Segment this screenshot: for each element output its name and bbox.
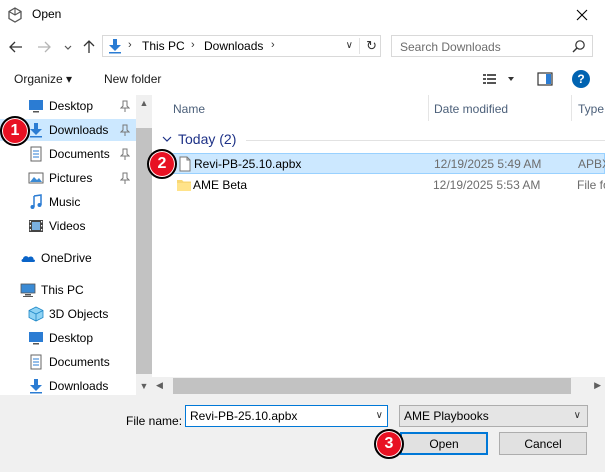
app-icon [8, 7, 22, 23]
scroll-right-icon[interactable]: ▶ [594, 380, 601, 391]
pin-icon [120, 148, 130, 160]
open-button[interactable]: Open [400, 432, 488, 455]
nav-item-downloads-pc[interactable]: Downloads [0, 375, 136, 395]
preview-pane-button[interactable] [537, 72, 553, 89]
downloads-icon [30, 123, 42, 138]
file-type: File fo [577, 178, 605, 192]
pictures-icon [28, 172, 44, 184]
3d-objects-icon [28, 306, 44, 322]
file-date: 12/19/2025 5:53 AM [433, 178, 541, 192]
title-bar: Open [0, 0, 605, 30]
file-type: APBX [578, 157, 605, 171]
downloads-icon [30, 379, 42, 394]
chevron-down-icon [64, 45, 72, 50]
pin-icon [120, 100, 130, 112]
chevron-down-icon[interactable]: ∨ [376, 410, 383, 421]
file-row[interactable]: Revi-PB-25.10.apbx 12/19/2025 5:49 AM AP… [172, 153, 605, 174]
back-button[interactable] [8, 39, 24, 55]
documents-icon [30, 146, 42, 162]
refresh-icon[interactable]: ↻ [366, 38, 377, 54]
file-row[interactable]: AME Beta 12/19/2025 5:53 AM File fo [172, 175, 605, 196]
nav-item-3d-objects[interactable]: 3D Objects [0, 303, 136, 325]
documents-icon [30, 354, 42, 370]
chevron-down-icon: ∨ [573, 410, 581, 421]
nav-item-documents[interactable]: Documents [0, 143, 136, 165]
organize-button[interactable]: Organize ▾ [14, 72, 72, 86]
file-icon [179, 156, 191, 172]
forward-button[interactable] [36, 39, 52, 55]
this-pc-icon [20, 283, 36, 297]
arrow-right-icon [38, 41, 51, 53]
chevron-down-icon[interactable] [162, 136, 172, 143]
music-icon [30, 194, 42, 209]
window-title: Open [32, 7, 62, 21]
group-header-today[interactable]: Today (2) [178, 131, 236, 147]
up-button[interactable] [81, 39, 97, 55]
close-button[interactable] [559, 0, 605, 30]
search-input[interactable]: Search Downloads [400, 40, 501, 54]
file-name: Revi-PB-25.10.apbx [194, 157, 302, 171]
file-date: 12/19/2025 5:49 AM [434, 157, 542, 171]
change-view-button[interactable] [482, 72, 516, 89]
nav-item-onedrive[interactable]: OneDrive [0, 247, 136, 269]
file-name: AME Beta [193, 178, 248, 192]
search-icon [572, 40, 585, 53]
cancel-button[interactable]: Cancel [499, 432, 587, 455]
file-list-scrollbar[interactable]: ◀ ▶ [152, 377, 605, 395]
scroll-left-icon[interactable]: ◀ [156, 380, 163, 391]
pin-icon [120, 172, 130, 184]
navigation-pane-scrollbar[interactable]: ▲ ▼ [136, 95, 152, 395]
new-folder-button[interactable]: New folder [104, 72, 161, 86]
arrow-up-icon [83, 40, 95, 53]
close-icon [576, 9, 588, 21]
address-history-chevron-icon[interactable]: ∨ [346, 40, 353, 51]
scrollbar-thumb[interactable] [173, 378, 571, 394]
breadcrumb-separator: › [191, 39, 195, 51]
step-marker-2: 2 [147, 149, 177, 179]
videos-icon [29, 220, 43, 232]
nav-item-this-pc[interactable]: This PC [0, 279, 136, 301]
recent-locations-button[interactable] [62, 40, 74, 56]
pin-icon [120, 124, 130, 136]
folder-icon [177, 180, 191, 191]
file-name-label: File name: [126, 414, 183, 428]
help-icon[interactable]: ? [572, 70, 590, 88]
scroll-up-icon[interactable]: ▲ [136, 95, 152, 111]
nav-item-pictures[interactable]: Pictures [0, 167, 136, 189]
view-details-icon [483, 74, 514, 84]
step-marker-1: 1 [0, 116, 30, 146]
step-marker-3: 3 [374, 429, 404, 459]
nav-item-desktop[interactable]: Desktop [0, 95, 136, 117]
file-type-value: AME Playbooks [404, 409, 489, 423]
breadcrumb-downloads[interactable]: Downloads [204, 39, 263, 53]
arrow-left-icon [9, 41, 22, 53]
onedrive-icon [21, 256, 35, 262]
nav-item-videos[interactable]: Videos [0, 215, 136, 237]
column-header-type[interactable]: Type [578, 95, 604, 121]
column-header-name[interactable]: Name [173, 95, 205, 121]
preview-pane-icon [537, 72, 553, 86]
file-list: Name Date modified Type Today (2) Revi-P… [152, 95, 605, 395]
column-header-date-modified[interactable]: Date modified [434, 95, 508, 121]
breadcrumb-this-pc[interactable]: This PC [142, 39, 185, 53]
desktop-icon [29, 332, 43, 345]
address-bar[interactable]: › This PC › Downloads › ∨ ↻ [102, 35, 381, 57]
breadcrumb-separator: › [128, 39, 132, 51]
command-bar: Organize ▾ New folder ? [0, 64, 605, 94]
breadcrumb-separator: › [271, 39, 275, 51]
nav-item-music[interactable]: Music [0, 191, 136, 213]
scroll-down-icon[interactable]: ▼ [136, 378, 152, 394]
downloads-icon [109, 39, 121, 54]
search-box[interactable]: Search Downloads [391, 35, 593, 57]
file-name-field[interactable]: Revi-PB-25.10.apbx ∨ [185, 405, 388, 427]
file-name-value: Revi-PB-25.10.apbx [190, 409, 298, 423]
file-type-select[interactable]: AME Playbooks ∨ [399, 405, 588, 427]
desktop-icon [29, 100, 43, 113]
nav-item-documents-pc[interactable]: Documents [0, 351, 136, 373]
nav-item-desktop-pc[interactable]: Desktop [0, 327, 136, 349]
